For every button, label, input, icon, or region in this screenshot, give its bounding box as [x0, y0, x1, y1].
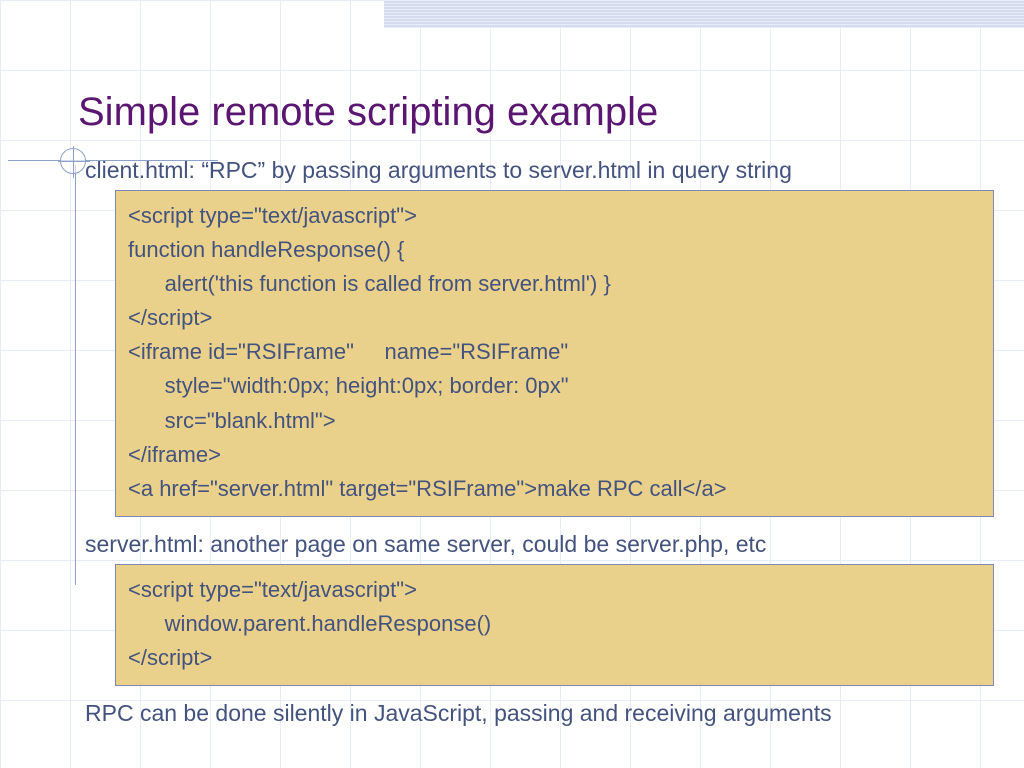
code-line: <script type="text/javascript">: [128, 573, 981, 607]
slide-title: Simple remote scripting example: [75, 90, 994, 135]
server-caption: server.html: another page on same server…: [85, 531, 994, 558]
code-line: <script type="text/javascript">: [128, 199, 981, 233]
code-line: window.parent.handleResponse(): [128, 607, 981, 641]
code-line: <a href="server.html" target="RSIFrame">…: [128, 472, 981, 506]
code-line: <iframe id="RSIFrame" name="RSIFrame": [128, 335, 981, 369]
slide-content: Simple remote scripting example client.h…: [75, 90, 994, 727]
code-line: </iframe>: [128, 438, 981, 472]
decorative-top-strip: [384, 0, 1024, 28]
server-code-box: <script type="text/javascript"> window.p…: [115, 564, 994, 686]
slide-footnote: RPC can be done silently in JavaScript, …: [85, 700, 994, 727]
code-line: style="width:0px; height:0px; border: 0p…: [128, 369, 981, 403]
code-line: alert('this function is called from serv…: [128, 267, 981, 301]
client-code-box: <script type="text/javascript">function …: [115, 190, 994, 517]
code-line: src="blank.html">: [128, 404, 981, 438]
code-line: function handleResponse() {: [128, 233, 981, 267]
code-line: </script>: [128, 301, 981, 335]
client-caption: client.html: “RPC” by passing arguments …: [85, 157, 994, 184]
code-line: </script>: [128, 641, 981, 675]
